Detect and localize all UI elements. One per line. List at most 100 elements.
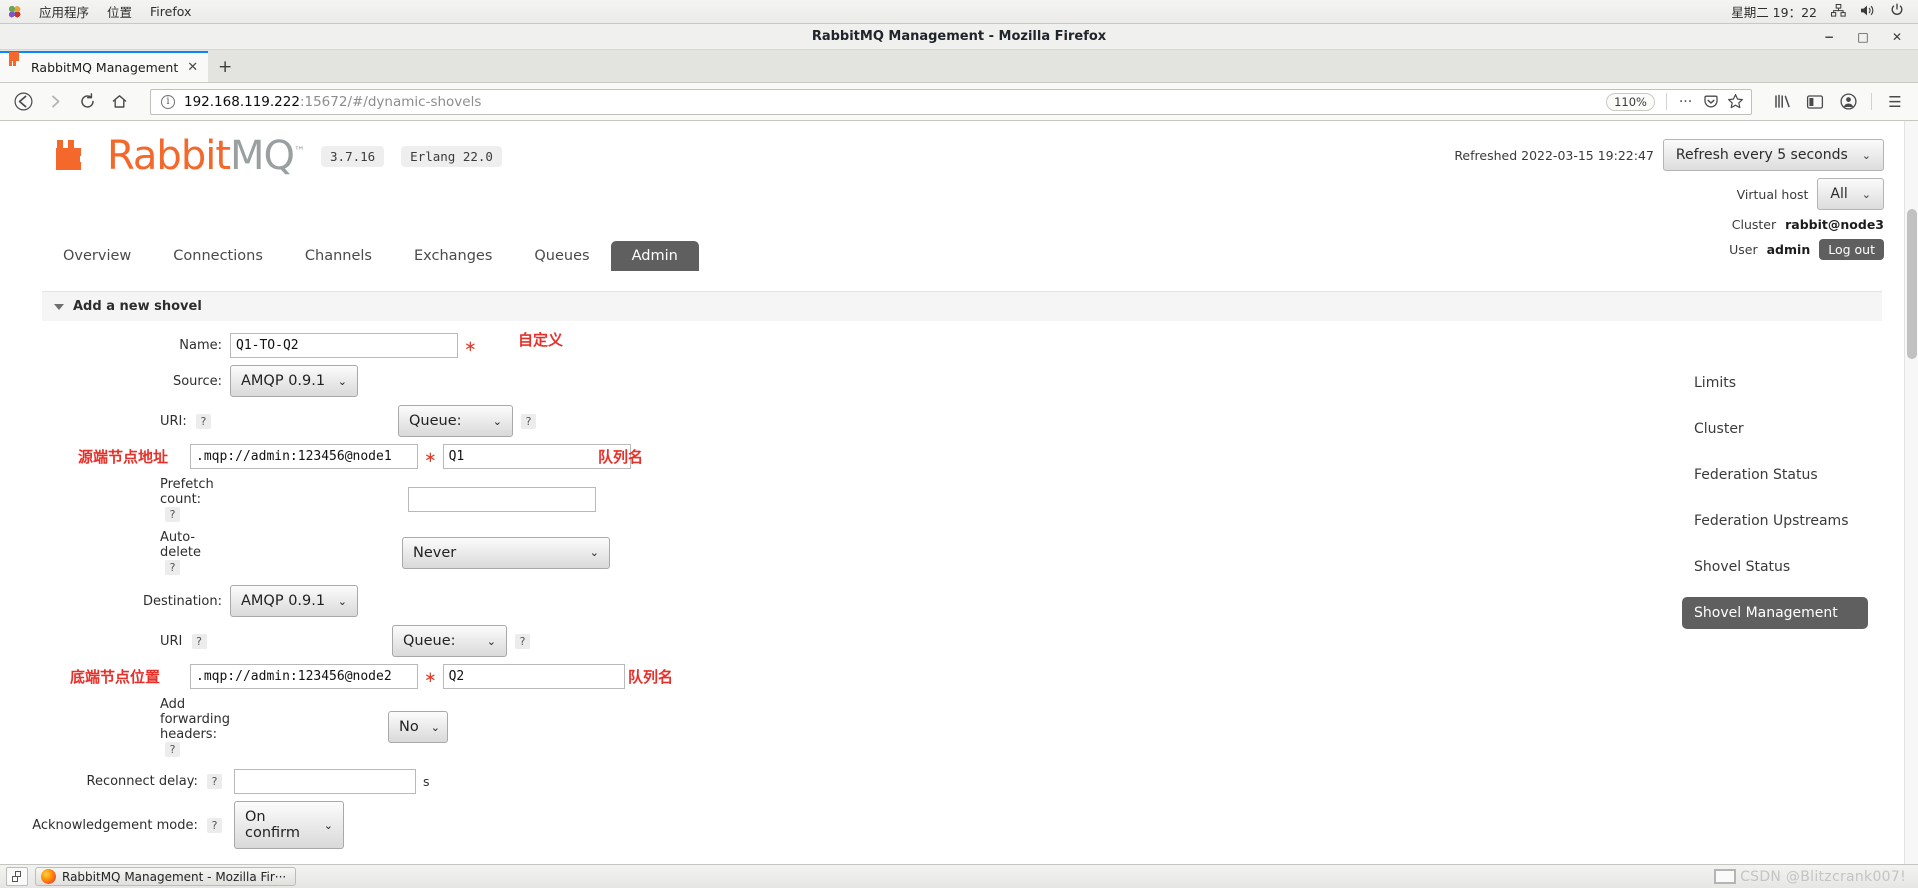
nav-tab-channels[interactable]: Channels [284, 241, 393, 271]
forwarding-headers-value: No [399, 719, 419, 735]
new-tab-button[interactable]: + [208, 51, 242, 82]
rabbitmq-logo-icon[interactable] [56, 140, 90, 171]
bookmark-star-icon[interactable] [1724, 91, 1747, 113]
section-header-add-shovel[interactable]: Add a new shovel [42, 291, 1882, 321]
nav-tab-overview[interactable]: Overview [42, 241, 152, 271]
scrollbar-thumb[interactable] [1907, 209, 1917, 359]
sidebar-item-federation-status[interactable]: Federation Status [1682, 459, 1868, 491]
vhost-label: Virtual host [1736, 186, 1809, 202]
source-protocol-select[interactable]: AMQP 0.9.1 ⌄ [230, 365, 358, 397]
network-icon[interactable] [1831, 3, 1846, 20]
desktop-menu-firefox[interactable]: Firefox [150, 4, 191, 19]
window-titlebar: RabbitMQ Management - Mozilla Firefox − … [0, 24, 1918, 50]
power-icon[interactable] [1890, 3, 1904, 20]
sidebar-item-federation-upstreams[interactable]: Federation Upstreams [1682, 505, 1868, 537]
zoom-level-indicator[interactable]: 110% [1606, 92, 1655, 111]
help-icon[interactable]: ? [165, 560, 180, 575]
section-title: Add a new shovel [73, 299, 202, 314]
close-icon[interactable]: ✕ [185, 60, 200, 75]
help-icon[interactable]: ? [207, 774, 222, 789]
annotation-source-queue: 队列名 [598, 448, 644, 466]
pocket-icon[interactable] [1699, 91, 1722, 113]
url-path: :15672/#/dynamic-shovels [299, 93, 482, 110]
source-uri-input[interactable]: .mqp://admin:123456@node1 [190, 444, 418, 469]
auto-delete-label: Auto-delete ? [0, 530, 230, 575]
page-actions-icon[interactable]: ··· [1674, 91, 1697, 113]
name-label: Name: [179, 338, 222, 353]
nav-tab-exchanges[interactable]: Exchanges [393, 241, 513, 271]
desktop-menu-applications[interactable]: 应用程序 [39, 2, 89, 21]
nav-tab-connections[interactable]: Connections [152, 241, 284, 271]
help-icon[interactable]: ? [191, 633, 207, 649]
desktop-menu-places[interactable]: 位置 [107, 2, 132, 21]
forwarding-headers-select[interactable]: No ⌄ [388, 711, 448, 743]
gnome-applications-icon[interactable] [8, 5, 21, 18]
annotation-destination-queue: 队列名 [628, 668, 674, 686]
annotation-destination-uri: 底端节点位置 [70, 668, 161, 686]
brand-wordmark: RabbitMQ™ [107, 136, 305, 176]
account-icon[interactable] [1833, 88, 1863, 116]
sidebar-icon[interactable] [1800, 88, 1830, 116]
refresh-interval-select[interactable]: Refresh every 5 seconds ⌄ [1662, 139, 1884, 171]
vhost-value: All [1830, 186, 1848, 202]
destination-target-type-select[interactable]: Queue: ⌄ [392, 625, 507, 657]
reconnect-delay-label: Reconnect delay: ? [0, 774, 230, 789]
page-scrollbar[interactable] [1904, 121, 1918, 888]
destination-protocol-select[interactable]: AMQP 0.9.1 ⌄ [230, 585, 358, 617]
prefetch-count-input[interactable] [408, 487, 596, 512]
reload-icon[interactable] [72, 88, 102, 116]
home-icon[interactable] [104, 88, 134, 116]
window-maximize-button[interactable]: □ [1856, 30, 1870, 44]
help-icon[interactable]: ? [207, 817, 222, 833]
volume-icon[interactable] [1860, 4, 1876, 20]
source-uri-label-text: URI: [160, 413, 187, 429]
taskbar-window-label: RabbitMQ Management - Mozilla Fir··· [62, 869, 287, 884]
forwarding-headers-label-text: Add forwarding headers: [160, 697, 230, 742]
forward-icon[interactable] [40, 88, 70, 116]
taskbar-window-firefox[interactable]: RabbitMQ Management - Mozilla Fir··· [35, 867, 297, 886]
cluster-value: rabbit@node3 [1785, 217, 1884, 232]
desktop-top-panel: 应用程序 位置 Firefox 星期二 19：22 [0, 0, 1918, 24]
show-desktop-icon[interactable] [6, 867, 28, 886]
sidebar-item-shovel-management[interactable]: Shovel Management [1682, 597, 1868, 629]
help-icon[interactable]: ? [165, 507, 180, 522]
nav-tab-admin[interactable]: Admin [610, 241, 699, 271]
ack-mode-select[interactable]: On confirm ⌄ [234, 801, 344, 849]
sidebar-item-cluster[interactable]: Cluster [1682, 413, 1868, 445]
vhost-select[interactable]: All ⌄ [1817, 178, 1884, 210]
name-input[interactable]: Q1-TO-Q2 [230, 333, 458, 358]
sidebar-item-limits[interactable]: Limits [1682, 367, 1868, 399]
help-icon[interactable]: ? [165, 742, 180, 757]
forwarding-headers-label: Add forwarding headers: ? [0, 697, 230, 757]
app-menu-icon[interactable]: ☰ [1880, 88, 1910, 116]
auto-delete-select[interactable]: Never ⌄ [402, 536, 610, 569]
ack-mode-value: On confirm [245, 809, 300, 841]
source-protocol-value: AMQP 0.9.1 [241, 373, 326, 389]
url-bar[interactable]: i 192.168.119.222:15672/#/dynamic-shovel… [150, 88, 1752, 115]
destination-uri-input[interactable]: .mqp://admin:123456@node2 [190, 664, 418, 689]
window-minimize-button[interactable]: − [1822, 30, 1836, 44]
annotation-source-uri: 源端节点地址 [78, 448, 169, 466]
ack-mode-label-text: Acknowledgement mode: [32, 817, 198, 833]
help-icon[interactable]: ? [195, 413, 211, 429]
library-icon[interactable] [1767, 88, 1797, 116]
browser-tab-rabbitmq-management[interactable]: RabbitMQ Management ✕ [0, 51, 209, 82]
destination-protocol-value: AMQP 0.9.1 [241, 593, 326, 609]
auto-delete-label-text: Auto-delete [160, 530, 201, 560]
desktop-clock[interactable]: 星期二 19：22 [1731, 2, 1817, 21]
page-content: RabbitMQ™ 3.7.16 Erlang 22.0 Refreshed 2… [0, 121, 1904, 888]
auto-delete-value: Never [413, 544, 457, 561]
chevron-down-icon: ⌄ [486, 634, 496, 648]
window-close-button[interactable]: ✕ [1890, 30, 1904, 44]
destination-queue-input[interactable]: Q2 [442, 664, 625, 689]
help-icon[interactable]: ? [521, 413, 536, 429]
firefox-window: RabbitMQ Management - Mozilla Firefox − … [0, 24, 1918, 888]
nav-tab-queues[interactable]: Queues [513, 241, 610, 271]
reconnect-delay-input[interactable] [234, 769, 416, 794]
site-info-icon[interactable]: i [161, 94, 175, 109]
rabbitmq-favicon [4, 55, 24, 75]
back-icon[interactable] [8, 88, 38, 116]
sidebar-item-shovel-status[interactable]: Shovel Status [1682, 551, 1868, 583]
help-icon[interactable]: ? [515, 633, 530, 649]
source-target-type-select[interactable]: Queue: ⌄ [398, 405, 513, 437]
